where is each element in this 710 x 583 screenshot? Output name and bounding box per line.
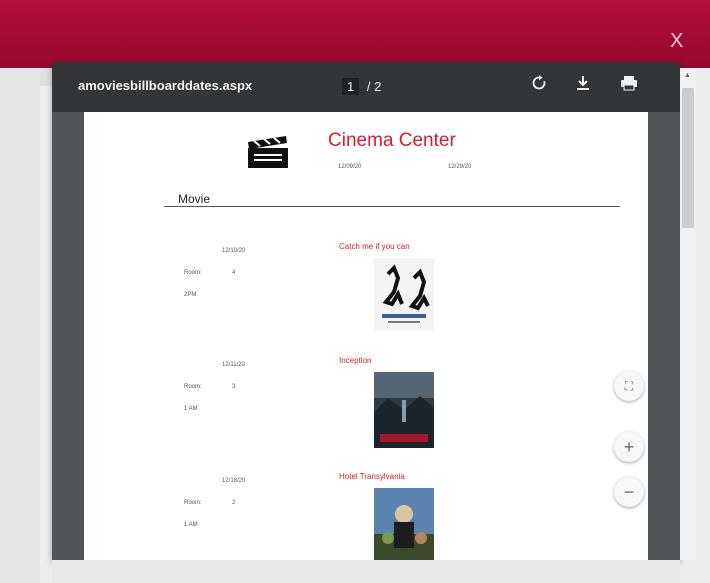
- movie-poster: [374, 488, 434, 560]
- modal-footer-area: [52, 560, 680, 583]
- minus-icon: −: [623, 482, 635, 502]
- showing-time: 1 AM: [184, 522, 198, 528]
- movie-poster: [374, 258, 434, 330]
- page-total: 2: [374, 79, 382, 94]
- showing-time: 1 AM: [184, 406, 198, 412]
- date-start: 12/09/20: [338, 164, 362, 170]
- movie-title: Catch me if you can: [339, 242, 410, 251]
- movie-title: Hotel Transylvania: [339, 472, 405, 481]
- showing-date: 12/10/20: [222, 248, 246, 254]
- showing-date: 12/18/20: [222, 478, 246, 484]
- room-number: 3: [232, 384, 236, 390]
- plus-icon: +: [623, 437, 635, 457]
- showing-date: 12/11/20: [222, 362, 245, 368]
- divider: [164, 206, 620, 207]
- scroll-up-arrow[interactable]: ▲: [684, 72, 691, 79]
- page-indicator: 1 / 2: [342, 78, 381, 95]
- clapperboard-icon: [246, 134, 290, 170]
- background-strip-left: [0, 68, 40, 583]
- room-label: Room:: [184, 384, 202, 390]
- room-label: Room:: [184, 500, 202, 506]
- movie-poster: [374, 372, 434, 448]
- zoom-out-button[interactable]: −: [614, 477, 644, 507]
- pdf-toolbar: amoviesbillboarddates.aspx 1 / 2: [52, 62, 680, 112]
- print-icon[interactable]: [618, 75, 640, 97]
- rotate-icon[interactable]: [528, 75, 550, 97]
- section-header: Movie: [178, 192, 211, 206]
- close-icon[interactable]: X: [670, 30, 683, 53]
- room-label: Room:: [184, 270, 202, 276]
- fit-page-icon: ⛶: [624, 379, 634, 393]
- document-title: Cinema Center: [328, 130, 456, 151]
- scrollbar-thumb[interactable]: [682, 88, 694, 228]
- movie-entry: 12/10/20 Room: 4 2PM Catch me if you can: [84, 238, 648, 348]
- fit-page-button[interactable]: ⛶: [614, 371, 644, 401]
- page-number-input[interactable]: 1: [342, 78, 360, 95]
- scrollbar[interactable]: ▲: [680, 68, 696, 560]
- room-number: 2: [232, 500, 236, 506]
- file-name: amoviesbillboarddates.aspx: [78, 78, 253, 93]
- zoom-in-button[interactable]: +: [614, 432, 644, 462]
- showing-time: 2PM: [184, 292, 197, 298]
- movie-entry: 12/18/20 Room: 2 1 AM Hotel Transylvania: [84, 468, 648, 560]
- movie-entry: 12/11/20 Room: 3 1 AM Inception: [84, 352, 648, 462]
- pdf-viewer: amoviesbillboarddates.aspx 1 / 2 Cinema …: [52, 62, 680, 560]
- modal-header-bar: [0, 0, 710, 68]
- download-icon[interactable]: [572, 75, 594, 97]
- page-separator: /: [366, 79, 371, 94]
- date-end: 12/29/20: [448, 164, 472, 170]
- pdf-page: Cinema Center 12/09/20 12/29/20 Movie 12…: [84, 112, 648, 560]
- room-number: 4: [232, 270, 236, 276]
- movie-title: Inception: [339, 356, 372, 365]
